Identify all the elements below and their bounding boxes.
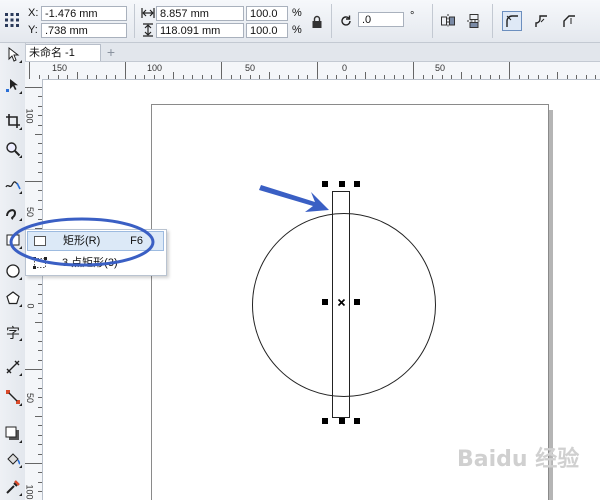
vertical-ruler-ticks (25, 87, 42, 492)
y-label: Y: (28, 24, 38, 36)
height-icon (142, 23, 154, 40)
y-position-input[interactable]: .738 mm (41, 23, 127, 38)
ruler-label: 50 (25, 392, 36, 404)
ruler-label: 0 (342, 63, 348, 73)
eyedropper-tool[interactable] (2, 476, 23, 497)
connector-tool[interactable] (2, 386, 23, 407)
separator (331, 4, 332, 38)
ruler-label: 50 (435, 63, 446, 73)
document-tab-strip: 未命名 -1 + (25, 43, 600, 62)
vertical-ruler[interactable]: 100 50 0 50 100 (25, 79, 43, 500)
mirror-horizontal-button[interactable] (438, 11, 458, 31)
horizontal-ruler-ticks (29, 62, 596, 79)
highlight-ellipse (9, 217, 155, 267)
ruler-label: 100 (24, 484, 35, 500)
separator (432, 4, 433, 38)
zoom-tool[interactable] (2, 138, 23, 159)
watermark: Baidu 经验 (457, 446, 579, 472)
width-icon (141, 7, 155, 22)
round-corner-button[interactable] (502, 11, 522, 31)
scale-height-input[interactable]: 100.0 (246, 23, 288, 38)
toolbox: 字 (0, 43, 26, 500)
scallop-corner-icon (535, 15, 547, 27)
ruler-label: 150 (52, 63, 68, 73)
mirror-vertical-icon (467, 14, 481, 28)
text-tool[interactable]: 字 (2, 321, 23, 342)
crop-tool[interactable] (2, 110, 23, 131)
document-tab[interactable]: 未命名 -1 (25, 44, 101, 61)
ruler-label: 50 (245, 63, 256, 73)
separator (134, 4, 135, 38)
lock-ratio-button[interactable] (307, 12, 327, 32)
chamfer-corner-button[interactable] (559, 11, 579, 31)
mirror-vertical-button[interactable] (464, 11, 484, 31)
property-bar: X: -1.476 mm Y: .738 mm 8.857 mm 118.091… (0, 0, 600, 43)
polygon-tool[interactable] (2, 287, 23, 308)
drawing-canvas[interactable]: Baidu 经验 (43, 80, 600, 500)
mirror-horizontal-icon (441, 14, 455, 28)
degree-label: ° (410, 10, 415, 22)
freehand-tool[interactable] (2, 174, 23, 195)
rotate-icon (336, 11, 356, 31)
drop-shadow-tool[interactable] (2, 423, 23, 444)
scallop-corner-button[interactable] (531, 11, 551, 31)
width-input[interactable]: 8.857 mm (156, 6, 244, 21)
object-origin-icon[interactable] (4, 12, 20, 31)
canvas-drawing: Baidu 经验 (151, 104, 579, 500)
shape-tool[interactable] (2, 74, 23, 95)
height-input[interactable]: 118.091 mm (156, 23, 244, 38)
dimension-tool[interactable] (2, 356, 23, 377)
chamfer-corner-icon (563, 15, 575, 27)
separator (492, 4, 493, 38)
ruler-label: 0 (25, 303, 36, 309)
add-tab-button[interactable]: + (104, 45, 118, 59)
pick-tool[interactable] (2, 43, 23, 64)
ruler-label: 100 (147, 63, 163, 73)
svg-text:字: 字 (6, 326, 20, 340)
ruler-label: 100 (24, 108, 35, 124)
rotation-angle-input[interactable]: .0 (358, 12, 404, 27)
lock-icon (312, 15, 322, 28)
fill-tool[interactable] (2, 448, 23, 469)
horizontal-ruler[interactable]: 150 100 50 0 50 (25, 62, 600, 80)
round-corner-icon (506, 15, 518, 27)
scale-width-input[interactable]: 100.0 (246, 6, 288, 21)
x-position-input[interactable]: -1.476 mm (41, 6, 127, 21)
x-label: X: (28, 7, 39, 19)
percent-label: % (292, 7, 302, 19)
percent-label: % (292, 24, 302, 36)
